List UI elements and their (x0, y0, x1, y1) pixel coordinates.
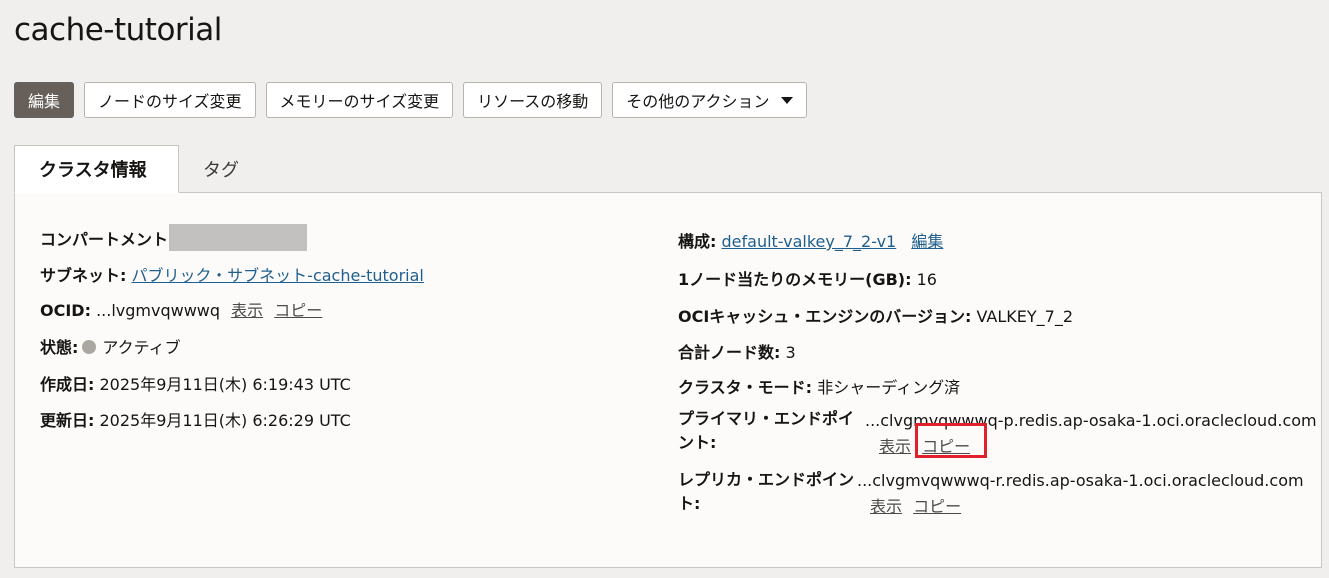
primary-endpoint-label: プライマリ・エンドポイント: (678, 409, 855, 452)
memory-value: 16 (916, 270, 937, 289)
caret-down-icon (781, 96, 794, 104)
replica-endpoint-copy-link[interactable]: コピー (913, 497, 961, 516)
engine-label: OCIキャッシュ・エンジンのバージョン: (678, 307, 972, 326)
tab-bar: クラスタ情報 タグ (14, 145, 263, 193)
cluster-mode-value: 非シャーディング済 (817, 378, 961, 397)
compartment-label: コンパートメント (40, 230, 169, 249)
ocid-copy-link[interactable]: コピー (274, 301, 322, 320)
ocid-row: OCID: ...lvgmvqwwwq 表示 コピー (40, 297, 322, 321)
config-row: 構成: default-valkey_7_2-v1 編集 (678, 228, 943, 252)
state-value: アクティブ (102, 338, 181, 357)
cluster-info-panel: コンパートメント サブネット: パブリック・サブネット-cache-tutori… (14, 192, 1322, 568)
replica-endpoint-show-link[interactable]: 表示 (870, 497, 902, 516)
page-title: cache-tutorial (14, 12, 222, 48)
resize-nodes-button[interactable]: ノードのサイズ変更 (84, 82, 256, 118)
move-resource-button[interactable]: リソースの移動 (463, 82, 603, 118)
replica-endpoint-label: レプリカ・エンドポイント: (678, 470, 855, 513)
resize-memory-button[interactable]: メモリーのサイズ変更 (265, 82, 454, 118)
copy-highlight-box (915, 423, 987, 458)
state-status-icon (82, 339, 97, 354)
total-nodes-value: 3 (785, 343, 796, 362)
action-toolbar: 編集 ノードのサイズ変更 メモリーのサイズ変更 リソースの移動 その他のアクショ… (14, 82, 808, 118)
created-row: 作成日: 2025年9月11日(木) 6:19:43 UTC (40, 371, 351, 395)
more-actions-label: その他のアクション (626, 92, 770, 111)
state-row: 状態: アクティブ (40, 334, 181, 358)
ocid-show-link[interactable]: 表示 (231, 301, 263, 320)
memory-label: 1ノード当たりのメモリー(GB): (678, 270, 912, 289)
primary-endpoint-show-link[interactable]: 表示 (879, 437, 911, 456)
replica-endpoint-value: ...clvgmvqwwwq-r.redis.ap-osaka-1.oci.or… (857, 471, 1304, 490)
created-label: 作成日: (40, 375, 95, 394)
more-actions-button[interactable]: その他のアクション (612, 82, 808, 118)
updated-row: 更新日: 2025年9月11日(木) 6:26:29 UTC (40, 407, 351, 431)
tab-cluster-info[interactable]: クラスタ情報 (14, 145, 179, 193)
subnet-label: サブネット: (40, 266, 127, 285)
total-nodes-row: 合計ノード数: 3 (678, 339, 796, 363)
cluster-mode-label: クラスタ・モード: (678, 378, 813, 397)
ocid-value: ...lvgmvqwwwq (96, 301, 221, 320)
replica-endpoint-actions: 表示 コピー (864, 493, 961, 517)
cluster-mode-row: クラスタ・モード: 非シャーディング済 (678, 374, 960, 398)
engine-row: OCIキャッシュ・エンジンのバージョン: VALKEY_7_2 (678, 303, 1073, 327)
edit-button[interactable]: 編集 (14, 82, 75, 118)
config-label: 構成: (678, 232, 717, 251)
compartment-row: コンパートメント (40, 224, 308, 254)
created-value: 2025年9月11日(木) 6:19:43 UTC (99, 375, 351, 394)
state-label: 状態: (40, 338, 79, 357)
subnet-row: サブネット: パブリック・サブネット-cache-tutorial (40, 262, 424, 286)
ocid-label: OCID: (40, 301, 91, 320)
compartment-redacted-value (169, 224, 308, 251)
config-edit-link[interactable]: 編集 (911, 232, 943, 251)
subnet-link[interactable]: パブリック・サブネット-cache-tutorial (132, 266, 424, 285)
tab-tags[interactable]: タグ (179, 145, 263, 193)
total-nodes-label: 合計ノード数: (678, 343, 781, 362)
memory-row: 1ノード当たりのメモリー(GB): 16 (678, 266, 937, 290)
engine-value: VALKEY_7_2 (976, 307, 1073, 326)
config-link[interactable]: default-valkey_7_2-v1 (722, 232, 897, 251)
updated-value: 2025年9月11日(木) 6:26:29 UTC (99, 411, 351, 430)
updated-label: 更新日: (40, 411, 95, 430)
